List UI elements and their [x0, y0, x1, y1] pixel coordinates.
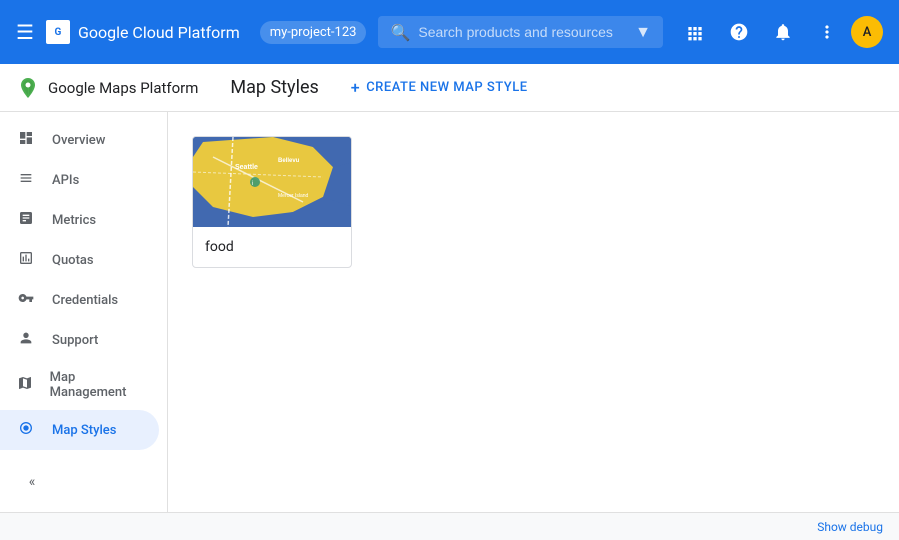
hamburger-menu-icon[interactable]: ☰ [16, 20, 34, 44]
create-btn-label: CREATE NEW MAP STYLE [366, 80, 527, 95]
sidebar-item-credentials[interactable]: Credentials [0, 280, 159, 320]
svg-text:Bellevu: Bellevu [278, 158, 300, 164]
avatar[interactable]: A [851, 16, 883, 48]
sidebar-item-quotas[interactable]: Quotas [0, 240, 159, 280]
debug-bar: Show debug [0, 512, 899, 540]
svg-text:Mercer Island: Mercer Island [278, 193, 309, 199]
main-content: Seattle Bellevu i Mercer Island food [168, 112, 899, 512]
apps-button[interactable] [675, 12, 715, 52]
metrics-icon [16, 210, 36, 230]
map-thumbnail: Seattle Bellevu i Mercer Island [193, 137, 352, 227]
brand-name: Google Cloud Platform [78, 23, 240, 42]
more-options-button[interactable] [807, 12, 847, 52]
create-new-map-style-button[interactable]: + CREATE NEW MAP STYLE [351, 78, 528, 97]
sidebar-item-overview[interactable]: Overview [0, 120, 159, 160]
body-area: Overview APIs Metrics Quotas Credentials [0, 112, 899, 512]
page-title: Map Styles [230, 77, 318, 98]
svg-text:i: i [252, 181, 253, 187]
sidebar-item-metrics[interactable]: Metrics [0, 200, 159, 240]
second-bar: Google Maps Platform Map Styles + CREATE… [0, 64, 899, 112]
sidebar-item-apis[interactable]: APIs [0, 160, 159, 200]
map-styles-icon [16, 420, 36, 440]
create-plus-icon: + [351, 78, 360, 97]
account-chip[interactable]: my-project-123 [260, 21, 367, 44]
notifications-button[interactable] [763, 12, 803, 52]
support-icon [16, 330, 36, 350]
search-icon: 🔍 [390, 23, 410, 42]
credentials-icon [16, 290, 36, 310]
sidebar-label-map-management: Map Management [50, 370, 143, 400]
map-style-card[interactable]: Seattle Bellevu i Mercer Island food [192, 136, 352, 268]
show-debug-link[interactable]: Show debug [817, 520, 883, 534]
help-button[interactable] [719, 12, 759, 52]
sidebar: Overview APIs Metrics Quotas Credentials [0, 112, 168, 512]
sidebar-label-support: Support [52, 333, 98, 348]
sidebar-label-overview: Overview [52, 133, 105, 148]
collapse-sidebar-button[interactable]: « [16, 466, 48, 498]
gmp-app-name: Google Maps Platform [48, 79, 198, 97]
nav-icon-group: A [675, 12, 883, 52]
sidebar-label-map-styles: Map Styles [52, 423, 116, 438]
sidebar-label-quotas: Quotas [52, 253, 94, 268]
sidebar-item-map-management[interactable]: Map Management [0, 360, 159, 410]
sidebar-label-apis: APIs [52, 173, 79, 188]
map-card-label: food [193, 227, 351, 267]
sidebar-label-metrics: Metrics [52, 213, 96, 228]
gcp-logo-icon: G [46, 20, 70, 44]
quotas-icon [16, 250, 36, 270]
svg-text:Seattle: Seattle [235, 164, 258, 171]
sidebar-label-credentials: Credentials [52, 293, 118, 308]
sidebar-item-map-styles[interactable]: Map Styles [0, 410, 159, 450]
gmp-logo: Google Maps Platform [16, 76, 198, 100]
overview-icon [16, 130, 36, 150]
apis-icon [16, 170, 36, 190]
sidebar-item-support[interactable]: Support [0, 320, 159, 360]
brand-area: G Google Cloud Platform [46, 20, 240, 44]
search-bar[interactable]: 🔍 ▼ [378, 16, 663, 48]
top-navigation: ☰ G Google Cloud Platform my-project-123… [0, 0, 899, 64]
map-management-icon [16, 375, 34, 395]
sidebar-bottom: « [0, 450, 167, 512]
search-expand-icon[interactable]: ▼ [635, 22, 651, 42]
search-input[interactable] [418, 24, 623, 40]
